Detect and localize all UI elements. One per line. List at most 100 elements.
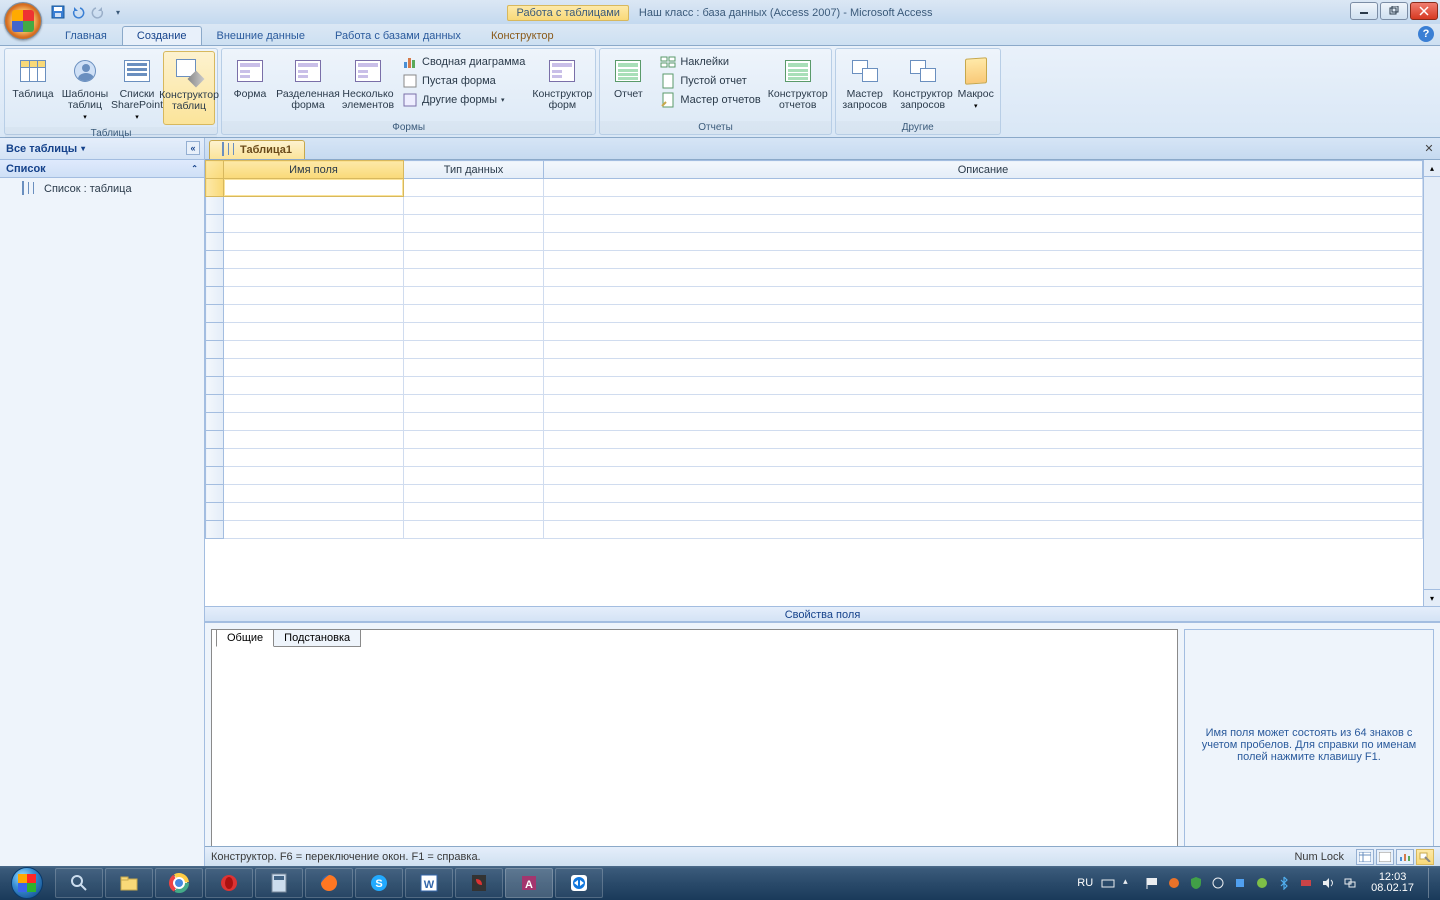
bluetooth-icon[interactable] [1277,876,1291,890]
tray-icon[interactable] [1167,876,1181,890]
row-selector[interactable] [206,179,224,197]
tab-create[interactable]: Создание [122,26,202,45]
select-all-corner[interactable] [206,161,224,179]
status-text: Конструктор. F6 = переключение окон. F1 … [211,851,481,863]
keyboard-icon[interactable] [1101,876,1115,890]
redo-icon[interactable] [90,4,106,20]
tray-icon[interactable] [1211,876,1225,890]
group-reports: Отчет Наклейки Пустой отчет Мастер отчет… [599,48,831,135]
field-properties: Общие Подстановка Имя поля может состоят… [205,622,1440,866]
tab-home[interactable]: Главная [50,26,122,45]
close-tab-button[interactable]: ✕ [1422,141,1436,155]
taskbar: S W A RU ▴ 12:03 08.02.17 [0,866,1440,900]
properties-grid[interactable] [212,647,1177,859]
scroll-up-icon[interactable]: ▴ [1424,160,1440,177]
view-design-button[interactable] [1416,849,1434,865]
taskbar-explorer[interactable] [105,868,153,898]
view-datasheet-button[interactable] [1356,849,1374,865]
office-button[interactable] [4,2,42,40]
view-pivotchart-button[interactable] [1396,849,1414,865]
show-desktop-button[interactable] [1428,868,1436,898]
btn-table-design[interactable]: Конструктор таблиц [163,51,215,125]
taskbar-skype[interactable]: S [355,868,403,898]
col-header-desc[interactable]: Описание [544,161,1423,179]
btn-query-wizard[interactable]: Мастер запросов [838,51,892,119]
btn-report-design[interactable]: Конструктор отчетов [767,51,829,119]
tray-icon[interactable] [1233,876,1247,890]
taskbar-magnifier[interactable] [55,868,103,898]
shield-icon[interactable] [1189,876,1203,890]
btn-report-wizard[interactable]: Мастер отчетов [658,91,762,109]
tray-arrow-icon[interactable]: ▴ [1123,876,1137,890]
btn-more-forms[interactable]: Другие формы ▾ [400,91,527,109]
taskbar-opera[interactable] [205,868,253,898]
group-label-other: Другие [836,121,1000,134]
group-label-forms: Формы [222,121,595,134]
btn-split-form[interactable]: Разделенная форма [276,51,340,119]
tray-icon[interactable] [1255,876,1269,890]
btn-table[interactable]: Таблица [7,51,59,125]
document-title: Наш класс : база данных (Access 2007) - … [639,7,933,19]
field-desc-cell[interactable] [544,179,1423,197]
volume-icon[interactable] [1321,876,1335,890]
doc-tab-table1[interactable]: Таблица1 [209,140,305,159]
collapse-nav-button[interactable]: « [186,141,200,155]
scroll-down-icon[interactable]: ▾ [1424,589,1440,606]
btn-multiple-items[interactable]: Несколько элементов [340,51,396,119]
col-header-name[interactable]: Имя поля [224,161,404,179]
blank-form-icon [402,73,418,89]
btn-form-design[interactable]: Конструктор форм [531,51,593,119]
flag-icon[interactable] [1145,876,1159,890]
clock[interactable]: 12:03 08.02.17 [1365,872,1420,894]
btn-report[interactable]: Отчет [602,51,654,119]
taskbar-chrome[interactable] [155,868,203,898]
taskbar-word[interactable]: W [405,868,453,898]
qat-dropdown-icon[interactable]: ▾ [110,4,126,20]
taskbar-teamviewer[interactable] [555,868,603,898]
btn-blank-report[interactable]: Пустой отчет [658,72,762,90]
btn-form[interactable]: Форма [224,51,276,119]
group-tables: Таблица Шаблоны таблиц▾ Списки SharePoin… [4,48,218,135]
btn-pivot-chart[interactable]: Сводная диаграмма [400,53,527,71]
help-button[interactable]: ? [1418,26,1434,42]
contextual-tab-label[interactable]: Работа с таблицами [507,5,628,21]
nav-header[interactable]: Все таблицы▾ « [0,138,204,160]
chart-icon [402,54,418,70]
nav-item-table[interactable]: Список : таблица [0,178,204,200]
tray-icon[interactable] [1299,876,1313,890]
tab-external[interactable]: Внешние данные [202,26,320,45]
field-type-cell[interactable] [404,179,544,197]
status-bar: Конструктор. F6 = переключение окон. F1 … [205,846,1440,866]
btn-query-design[interactable]: Конструктор запросов [892,51,954,119]
taskbar-access[interactable]: A [505,868,553,898]
main-area: Все таблицы▾ « Список⌃ Список : таблица … [0,138,1440,866]
tab-lookup[interactable]: Подстановка [273,629,361,647]
field-grid[interactable]: Имя поля Тип данных Описание [205,160,1423,606]
tab-design[interactable]: Конструктор [476,26,569,45]
maximize-button[interactable] [1380,2,1408,20]
field-name-cell[interactable] [224,179,404,197]
lang-indicator[interactable]: RU [1077,877,1093,889]
design-grid: Имя поля Тип данных Описание [205,160,1440,606]
view-pivottable-button[interactable] [1376,849,1394,865]
btn-blank-form[interactable]: Пустая форма [400,72,527,90]
close-button[interactable] [1410,2,1438,20]
table-icon [22,182,38,196]
btn-labels[interactable]: Наклейки [658,53,762,71]
save-icon[interactable] [50,4,66,20]
start-button[interactable] [0,866,54,900]
btn-table-templates[interactable]: Шаблоны таблиц▾ [59,51,111,125]
taskbar-calc[interactable] [255,868,303,898]
taskbar-pdf[interactable] [455,868,503,898]
undo-icon[interactable] [70,4,86,20]
network-icon[interactable] [1343,876,1357,890]
vertical-scrollbar[interactable]: ▴ ▾ [1423,160,1440,606]
btn-macro[interactable]: Макрос▾ [954,51,998,119]
minimize-button[interactable] [1350,2,1378,20]
nav-group[interactable]: Список⌃ [0,160,204,178]
taskbar-firefox[interactable] [305,868,353,898]
col-header-type[interactable]: Тип данных [404,161,544,179]
btn-sharepoint-lists[interactable]: Списки SharePoint▾ [111,51,163,125]
tab-general[interactable]: Общие [216,629,274,647]
tab-dbtools[interactable]: Работа с базами данных [320,26,476,45]
